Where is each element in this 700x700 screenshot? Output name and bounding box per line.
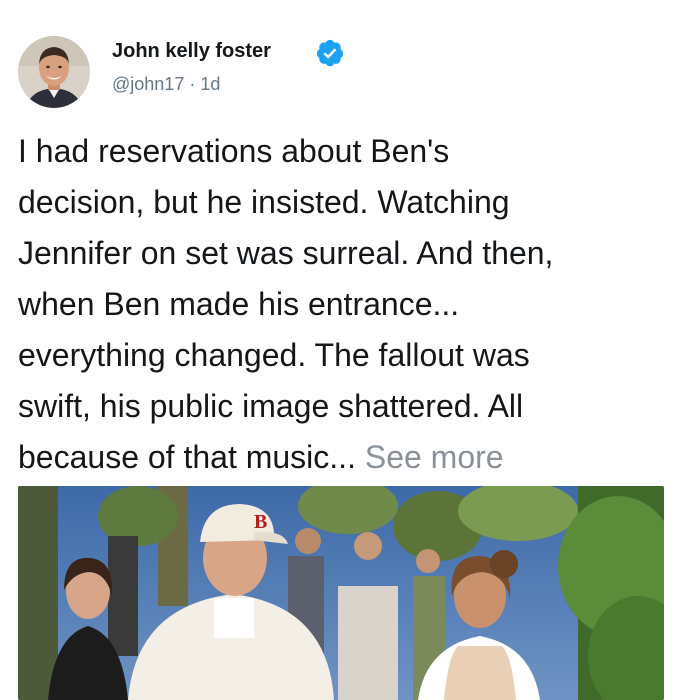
- tweet-text: I had reservations about Ben's decision,…: [18, 126, 688, 483]
- avatar-photo-icon: [18, 36, 90, 108]
- tweet-card: John kelly foster @john17 · 1d I had reser…: [0, 0, 700, 700]
- author-handle[interactable]: @john17: [112, 74, 184, 94]
- see-more-link[interactable]: See more: [365, 439, 504, 475]
- cap-letter: B: [254, 511, 267, 533]
- tweet-line: Jennifer on set was surreal. And then,: [18, 235, 554, 271]
- tweet-media-photo[interactable]: B: [18, 486, 664, 700]
- author-avatar[interactable]: [18, 36, 90, 108]
- tweet-line: I had reservations about Ben's: [18, 133, 450, 169]
- separator-dot: ·: [189, 74, 196, 94]
- tweet-line: swift, his public image shattered. All: [18, 388, 524, 424]
- tweet-line: when Ben made his entrance...: [18, 286, 460, 322]
- photo-thumbnail-icon: B: [18, 486, 664, 700]
- author-name[interactable]: John kelly foster: [112, 40, 271, 63]
- tweet-line: everything changed. The fallout was: [18, 337, 530, 373]
- tweet-timestamp[interactable]: 1d: [200, 74, 220, 94]
- tweet-line: because of that music...: [18, 439, 365, 475]
- verified-badge-icon: [316, 39, 344, 67]
- handle-row: @john17 · 1d: [112, 74, 220, 95]
- tweet-line: decision, but he insisted. Watching: [18, 184, 510, 220]
